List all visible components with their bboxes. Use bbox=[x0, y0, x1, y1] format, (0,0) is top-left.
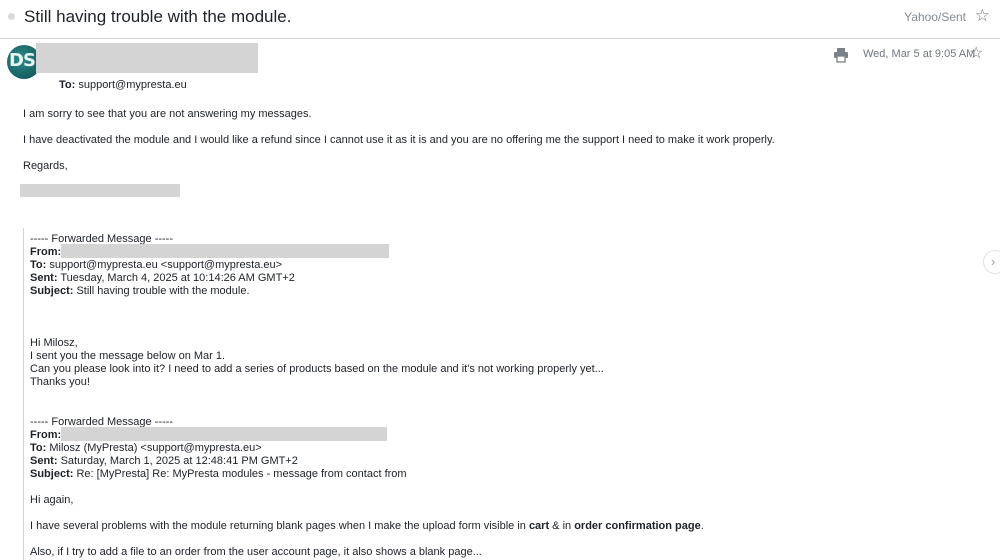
message-header: Still having trouble with the module. Ya… bbox=[0, 0, 1000, 39]
quote-bar bbox=[23, 228, 24, 560]
sent-value: Tuesday, March 4, 2025 at 10:14:26 AM GM… bbox=[60, 272, 295, 284]
sent-label: Sent: bbox=[30, 455, 58, 467]
forward-subject: Subject: Still having trouble with the m… bbox=[30, 285, 250, 297]
forward-from: From: bbox=[30, 429, 61, 441]
subject-label: Subject: bbox=[30, 285, 74, 297]
quote-line: Hi Milosz, bbox=[30, 337, 78, 349]
subject-value: Re: [MyPresta] Re: MyPresta modules - me… bbox=[76, 468, 407, 480]
body-line: I have deactivated the module and I woul… bbox=[23, 134, 775, 146]
quote-bold-cart: cart bbox=[528, 520, 550, 532]
printer-icon[interactable] bbox=[833, 47, 849, 63]
forward-to: To: support@mypresta.eu <support@myprest… bbox=[30, 259, 282, 271]
from-label: From: bbox=[30, 246, 62, 258]
from-redacted bbox=[61, 427, 387, 441]
avatar-initials: DS bbox=[9, 50, 36, 71]
sent-label: Sent: bbox=[30, 272, 58, 284]
to-label: To: bbox=[59, 79, 76, 91]
to-address: support@mypresta.eu <support@mypresta.eu… bbox=[49, 259, 283, 271]
next-message-icon[interactable]: › bbox=[983, 250, 1000, 274]
forward-to: To: Milosz (MyPresta) <support@mypresta.… bbox=[30, 442, 262, 454]
from-redacted bbox=[61, 244, 389, 258]
quote-line: I have several problems with the module … bbox=[30, 520, 704, 532]
to-label: To: bbox=[30, 259, 47, 271]
to-address[interactable]: support@mypresta.eu bbox=[78, 79, 186, 91]
forward-sent: Sent: Tuesday, March 4, 2025 at 10:14:26… bbox=[30, 272, 295, 284]
quote-text: . bbox=[700, 520, 704, 532]
quote-line: Hi again, bbox=[30, 494, 74, 506]
quote-text: & in bbox=[549, 520, 575, 532]
sent-value: Saturday, March 1, 2025 at 12:48:41 PM G… bbox=[60, 455, 298, 467]
star-icon[interactable]: ☆ bbox=[975, 6, 990, 26]
sender-name-redacted bbox=[36, 43, 258, 73]
quote-line: Can you please look into it? I need to a… bbox=[30, 363, 604, 375]
body-line: I am sorry to see that you are not answe… bbox=[23, 108, 312, 120]
to-label: To: bbox=[30, 442, 47, 454]
quote-line: I sent you the message below on Mar 1. bbox=[30, 350, 226, 362]
signature-redacted bbox=[20, 184, 180, 197]
subject-value: Still having trouble with the module. bbox=[76, 285, 250, 297]
forward-sent: Sent: Saturday, March 1, 2025 at 12:48:4… bbox=[30, 455, 298, 467]
recipient-line: To: support@mypresta.eu bbox=[59, 79, 187, 91]
from-label: From: bbox=[30, 429, 62, 441]
subject-label: Subject: bbox=[30, 468, 74, 480]
quote-line: Thanks you! bbox=[30, 376, 90, 388]
unread-dot-icon bbox=[8, 13, 15, 20]
message-star-icon[interactable]: ☆ bbox=[969, 43, 983, 63]
forward-from: From: bbox=[30, 246, 61, 258]
message-date: Wed, Mar 5 at 9:05 AM bbox=[863, 48, 976, 60]
folder-label[interactable]: Yahoo/Sent bbox=[904, 10, 966, 24]
body-line: Regards, bbox=[23, 160, 68, 172]
quote-bold-order: order confirmation page bbox=[574, 520, 701, 532]
quote-text: I have several problems with the module … bbox=[30, 520, 529, 532]
forward-subject: Subject: Re: [MyPresta] Re: MyPresta mod… bbox=[30, 468, 407, 480]
quote-line: Also, if I try to add a file to an order… bbox=[30, 546, 482, 558]
message-subject: Still having trouble with the module. bbox=[24, 7, 292, 26]
to-address: Milosz (MyPresta) <support@mypresta.eu> bbox=[49, 442, 262, 454]
